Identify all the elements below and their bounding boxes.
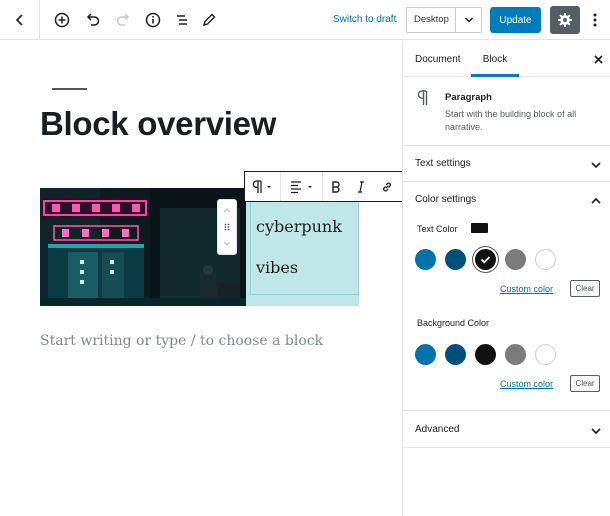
checkmark-icon — [480, 256, 491, 264]
sidebar-tabs: Document Block — [403, 41, 610, 77]
redo-button[interactable] — [111, 8, 135, 32]
text-color-indicator — [471, 223, 488, 233]
block-card-description: Start with the building block of all nar… — [445, 109, 577, 132]
background-color-clear-button[interactable]: Clear — [570, 375, 600, 392]
italic-icon — [357, 180, 364, 193]
background-color-swatch-dark-blue[interactable] — [445, 344, 466, 365]
paragraph-icon — [252, 179, 271, 193]
text-color-swatch-white[interactable] — [535, 249, 556, 270]
advanced-panel-toggle[interactable]: Advanced — [403, 412, 610, 448]
text-color-swatch-blue[interactable] — [415, 249, 436, 270]
more-options-button[interactable] — [586, 8, 604, 32]
paragraph-line: cyberpunk — [256, 217, 342, 236]
block-toolbar — [244, 171, 402, 202]
link-icon — [383, 182, 391, 191]
preview-dropdown-toggle[interactable] — [456, 8, 481, 32]
settings-sidebar: Document Block Paragraph Start with the … — [402, 41, 610, 516]
tab-block[interactable]: Block — [471, 41, 519, 77]
gear-icon — [558, 13, 572, 27]
paragraph-icon — [417, 90, 431, 111]
plus-circle-icon — [54, 12, 70, 28]
switch-to-draft-link[interactable]: Switch to draft — [333, 14, 396, 25]
undo-button[interactable] — [81, 8, 105, 32]
media-text-block[interactable]: cyberpunk vibes — [40, 188, 359, 306]
chevron-up-icon — [223, 208, 231, 213]
bold-icon — [331, 180, 340, 193]
background-color-swatch-black[interactable] — [475, 344, 496, 365]
vertical-ellipsis-icon — [593, 13, 597, 27]
close-sidebar-button[interactable] — [591, 52, 605, 66]
bold-button[interactable] — [323, 172, 348, 201]
preview-device-select[interactable]: Desktop — [406, 7, 482, 33]
background-color-swatch-gray[interactable] — [505, 344, 526, 365]
editor-canvas: Block overview cyberpunk vibes Start wri… — [0, 41, 402, 516]
text-settings-panel-toggle[interactable]: Text settings — [403, 146, 610, 182]
redo-icon — [116, 13, 130, 26]
color-settings-panel-toggle[interactable]: Color settings — [403, 182, 610, 218]
neon-street-photo — [40, 188, 246, 306]
background-color-swatch-blue[interactable] — [415, 344, 436, 365]
text-color-swatch-gray[interactable] — [505, 249, 526, 270]
align-left-icon — [290, 180, 312, 193]
info-icon — [145, 12, 161, 28]
panel-title: Advanced — [415, 424, 460, 435]
paragraph-block[interactable]: cyberpunk vibes — [250, 200, 359, 295]
color-settings-panel: Color settings Text Color Custom color C… — [403, 182, 610, 411]
chevron-left-icon — [15, 14, 23, 26]
editor-header: Switch to draft Desktop Update — [0, 0, 610, 40]
media-image[interactable] — [40, 188, 246, 306]
list-view-icon — [177, 15, 187, 25]
text-color-clear-button[interactable]: Clear — [570, 280, 600, 297]
background-color-label: Background Color — [417, 318, 490, 328]
paragraph-line: vibes — [256, 258, 299, 277]
block-switcher[interactable] — [245, 172, 281, 201]
settings-button[interactable] — [550, 6, 580, 34]
text-color-swatch-dark-blue[interactable] — [445, 249, 466, 270]
italic-button[interactable] — [348, 172, 373, 201]
background-custom-color-link[interactable]: Custom color — [500, 379, 553, 389]
tools-button[interactable] — [197, 8, 221, 32]
panel-title: Text settings — [415, 158, 471, 169]
update-button[interactable]: Update — [490, 7, 541, 33]
align-dropdown[interactable] — [281, 172, 323, 201]
tab-document[interactable]: Document — [415, 41, 461, 77]
title-separator — [52, 88, 87, 90]
chevron-down-icon — [590, 424, 602, 442]
background-color-swatch-white[interactable] — [535, 344, 556, 365]
media-text-content: cyberpunk vibes — [246, 188, 359, 306]
text-color-label: Text Color — [417, 224, 458, 234]
default-block-appender[interactable]: Start writing or type / to choose a bloc… — [40, 333, 323, 349]
chevron-up-icon — [590, 194, 602, 212]
chevron-down-icon — [464, 17, 473, 23]
block-card-title: Paragraph — [445, 92, 492, 103]
chevron-down-icon — [590, 158, 602, 176]
add-block-button[interactable] — [50, 8, 74, 32]
text-custom-color-link[interactable]: Custom color — [500, 284, 553, 294]
preview-device-label: Desktop — [407, 8, 456, 32]
drag-handle-icon — [224, 223, 230, 231]
undo-icon — [86, 13, 100, 26]
link-button[interactable] — [373, 172, 401, 201]
block-mover — [217, 199, 237, 255]
content-info-button[interactable] — [141, 8, 165, 32]
back-button[interactable] — [0, 0, 40, 40]
pencil-icon — [202, 13, 216, 27]
block-card: Paragraph Start with the building block … — [403, 78, 610, 146]
close-icon — [593, 54, 603, 64]
panel-title: Color settings — [415, 194, 477, 205]
chevron-down-icon — [223, 241, 231, 246]
block-navigation-button[interactable] — [170, 8, 194, 32]
text-color-swatch-black-selected[interactable] — [475, 249, 496, 270]
post-title[interactable]: Block overview — [40, 105, 276, 143]
